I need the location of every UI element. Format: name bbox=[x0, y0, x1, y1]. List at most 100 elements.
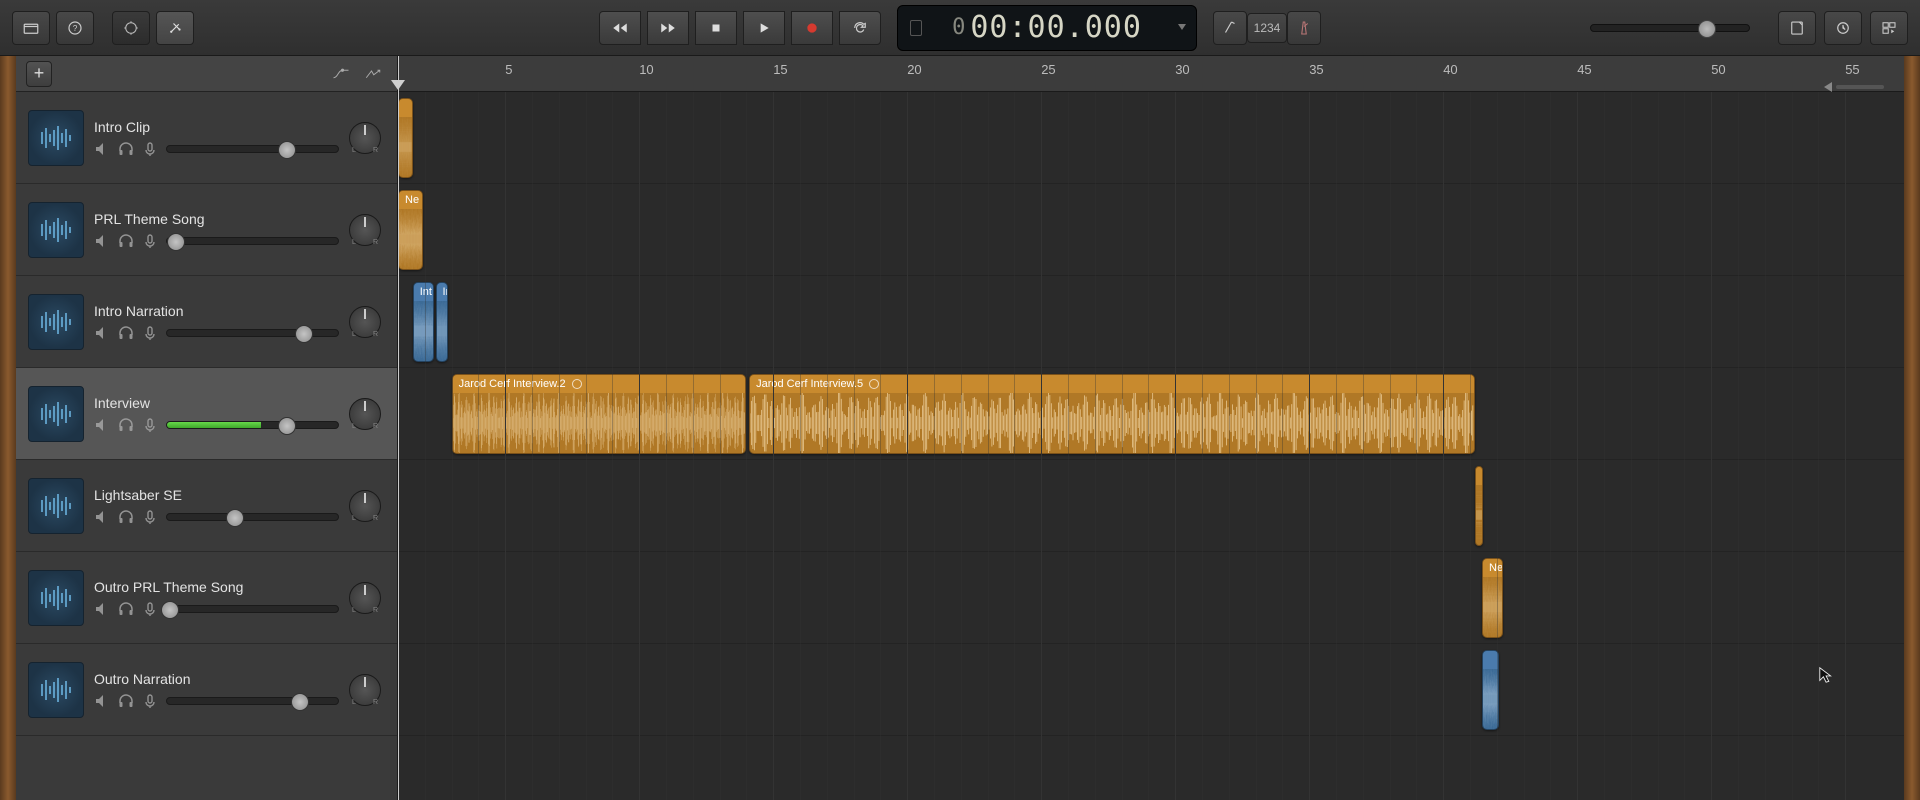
audio-region[interactable]: Int bbox=[413, 282, 434, 362]
quick-help-button[interactable]: ? bbox=[56, 11, 94, 45]
gridline bbox=[1631, 92, 1632, 800]
media-browser-button[interactable] bbox=[1870, 11, 1908, 45]
gridline bbox=[1175, 92, 1176, 800]
audio-region[interactable]: Ne bbox=[1482, 558, 1503, 638]
region-waveform bbox=[399, 117, 412, 177]
track-panel-header: + bbox=[16, 56, 397, 92]
smart-controls-button[interactable] bbox=[112, 11, 150, 45]
mute-icon[interactable] bbox=[94, 509, 110, 525]
forward-button[interactable] bbox=[647, 11, 689, 45]
gridline bbox=[934, 92, 935, 800]
timeline-lane[interactable]: Jarod Cerf Interview.2 Jarod Cerf Interv… bbox=[398, 368, 1904, 460]
editors-button[interactable] bbox=[156, 11, 194, 45]
metronome-button[interactable] bbox=[1287, 11, 1321, 45]
mute-icon[interactable] bbox=[94, 601, 110, 617]
catch-playhead-icon[interactable] bbox=[359, 63, 387, 85]
pan-knob[interactable]: LR bbox=[349, 122, 381, 154]
record-button[interactable] bbox=[791, 11, 833, 45]
timeline-ruler[interactable]: 510152025303540455055 bbox=[398, 56, 1904, 92]
loop-icon bbox=[572, 379, 582, 389]
mute-icon[interactable] bbox=[94, 233, 110, 249]
headphones-icon[interactable] bbox=[118, 141, 134, 157]
input-monitor-icon[interactable] bbox=[142, 417, 158, 433]
count-in-button[interactable] bbox=[1213, 11, 1247, 45]
headphones-icon[interactable] bbox=[118, 601, 134, 617]
gridline bbox=[1792, 92, 1793, 800]
mute-icon[interactable] bbox=[94, 693, 110, 709]
master-volume-slider[interactable] bbox=[1590, 24, 1750, 32]
pan-knob[interactable]: LR bbox=[349, 398, 381, 430]
rewind-button[interactable] bbox=[599, 11, 641, 45]
gridline bbox=[1711, 92, 1712, 800]
track-volume-slider[interactable] bbox=[166, 513, 339, 521]
input-monitor-icon[interactable] bbox=[142, 509, 158, 525]
track-header[interactable]: Outro Narration LR bbox=[16, 644, 397, 736]
input-monitor-icon[interactable] bbox=[142, 601, 158, 617]
track-volume-slider[interactable] bbox=[166, 697, 339, 705]
gridline bbox=[1443, 92, 1444, 800]
audio-region[interactable]: Jarod Cerf Interview.2 bbox=[452, 374, 747, 454]
add-track-button[interactable]: + bbox=[26, 61, 52, 87]
audio-region[interactable] bbox=[398, 98, 413, 178]
pan-knob[interactable]: LR bbox=[349, 674, 381, 706]
transport: 000:00.000 1234 bbox=[599, 5, 1321, 51]
pan-knob[interactable]: LR bbox=[349, 490, 381, 522]
mute-icon[interactable] bbox=[94, 417, 110, 433]
gridline bbox=[1497, 92, 1498, 800]
audio-region[interactable]: Ne bbox=[398, 190, 423, 270]
headphones-icon[interactable] bbox=[118, 325, 134, 341]
timeline-lane[interactable]: Ne bbox=[398, 184, 1904, 276]
pan-knob[interactable]: LR bbox=[349, 214, 381, 246]
gridline bbox=[666, 92, 667, 800]
input-monitor-icon[interactable] bbox=[142, 325, 158, 341]
top-toolbar: ? 000:00.000 1234 bbox=[0, 0, 1920, 56]
time-signature[interactable]: 1234 bbox=[1247, 13, 1287, 43]
timeline-lane[interactable] bbox=[398, 460, 1904, 552]
track-header[interactable]: PRL Theme Song LR bbox=[16, 184, 397, 276]
cycle-button[interactable] bbox=[839, 11, 881, 45]
audio-region[interactable]: In bbox=[436, 282, 448, 362]
gridline bbox=[532, 92, 533, 800]
region-label: In bbox=[437, 283, 448, 301]
pan-knob[interactable]: LR bbox=[349, 306, 381, 338]
track-header[interactable]: Interview LR bbox=[16, 368, 397, 460]
track-header[interactable]: Lightsaber SE LR bbox=[16, 460, 397, 552]
lcd-display[interactable]: 000:00.000 bbox=[897, 5, 1197, 51]
audio-region[interactable]: Jarod Cerf Interview.5 bbox=[749, 374, 1475, 454]
headphones-icon[interactable] bbox=[118, 233, 134, 249]
input-monitor-icon[interactable] bbox=[142, 233, 158, 249]
timeline-area[interactable]: 510152025303540455055 Ne Int In Jarod Ce… bbox=[398, 56, 1904, 800]
headphones-icon[interactable] bbox=[118, 509, 134, 525]
notepad-button[interactable] bbox=[1778, 11, 1816, 45]
timeline-lane[interactable]: Int In bbox=[398, 276, 1904, 368]
playhead[interactable] bbox=[398, 56, 399, 800]
timeline-lane[interactable] bbox=[398, 92, 1904, 184]
gridline bbox=[1282, 92, 1283, 800]
track-header[interactable]: Outro PRL Theme Song LR bbox=[16, 552, 397, 644]
track-header[interactable]: Intro Clip LR bbox=[16, 92, 397, 184]
timeline-lane[interactable]: Ne bbox=[398, 552, 1904, 644]
stop-button[interactable] bbox=[695, 11, 737, 45]
track-volume-slider[interactable] bbox=[166, 145, 339, 153]
audio-region[interactable] bbox=[1475, 466, 1483, 546]
timeline-lane[interactable] bbox=[398, 644, 1904, 736]
track-volume-slider[interactable] bbox=[166, 421, 339, 429]
input-monitor-icon[interactable] bbox=[142, 693, 158, 709]
library-button[interactable] bbox=[12, 11, 50, 45]
automation-curve-icon[interactable] bbox=[327, 63, 355, 85]
gridline bbox=[1550, 92, 1551, 800]
loop-browser-button[interactable] bbox=[1824, 11, 1862, 45]
track-volume-slider[interactable] bbox=[166, 605, 339, 613]
play-button[interactable] bbox=[743, 11, 785, 45]
mute-icon[interactable] bbox=[94, 141, 110, 157]
pan-knob[interactable]: LR bbox=[349, 582, 381, 614]
zoom-slider[interactable] bbox=[1824, 82, 1884, 92]
track-volume-slider[interactable] bbox=[166, 329, 339, 337]
track-header[interactable]: Intro Narration LR bbox=[16, 276, 397, 368]
mute-icon[interactable] bbox=[94, 325, 110, 341]
headphones-icon[interactable] bbox=[118, 417, 134, 433]
gridline bbox=[1658, 92, 1659, 800]
track-volume-slider[interactable] bbox=[166, 237, 339, 245]
headphones-icon[interactable] bbox=[118, 693, 134, 709]
input-monitor-icon[interactable] bbox=[142, 141, 158, 157]
